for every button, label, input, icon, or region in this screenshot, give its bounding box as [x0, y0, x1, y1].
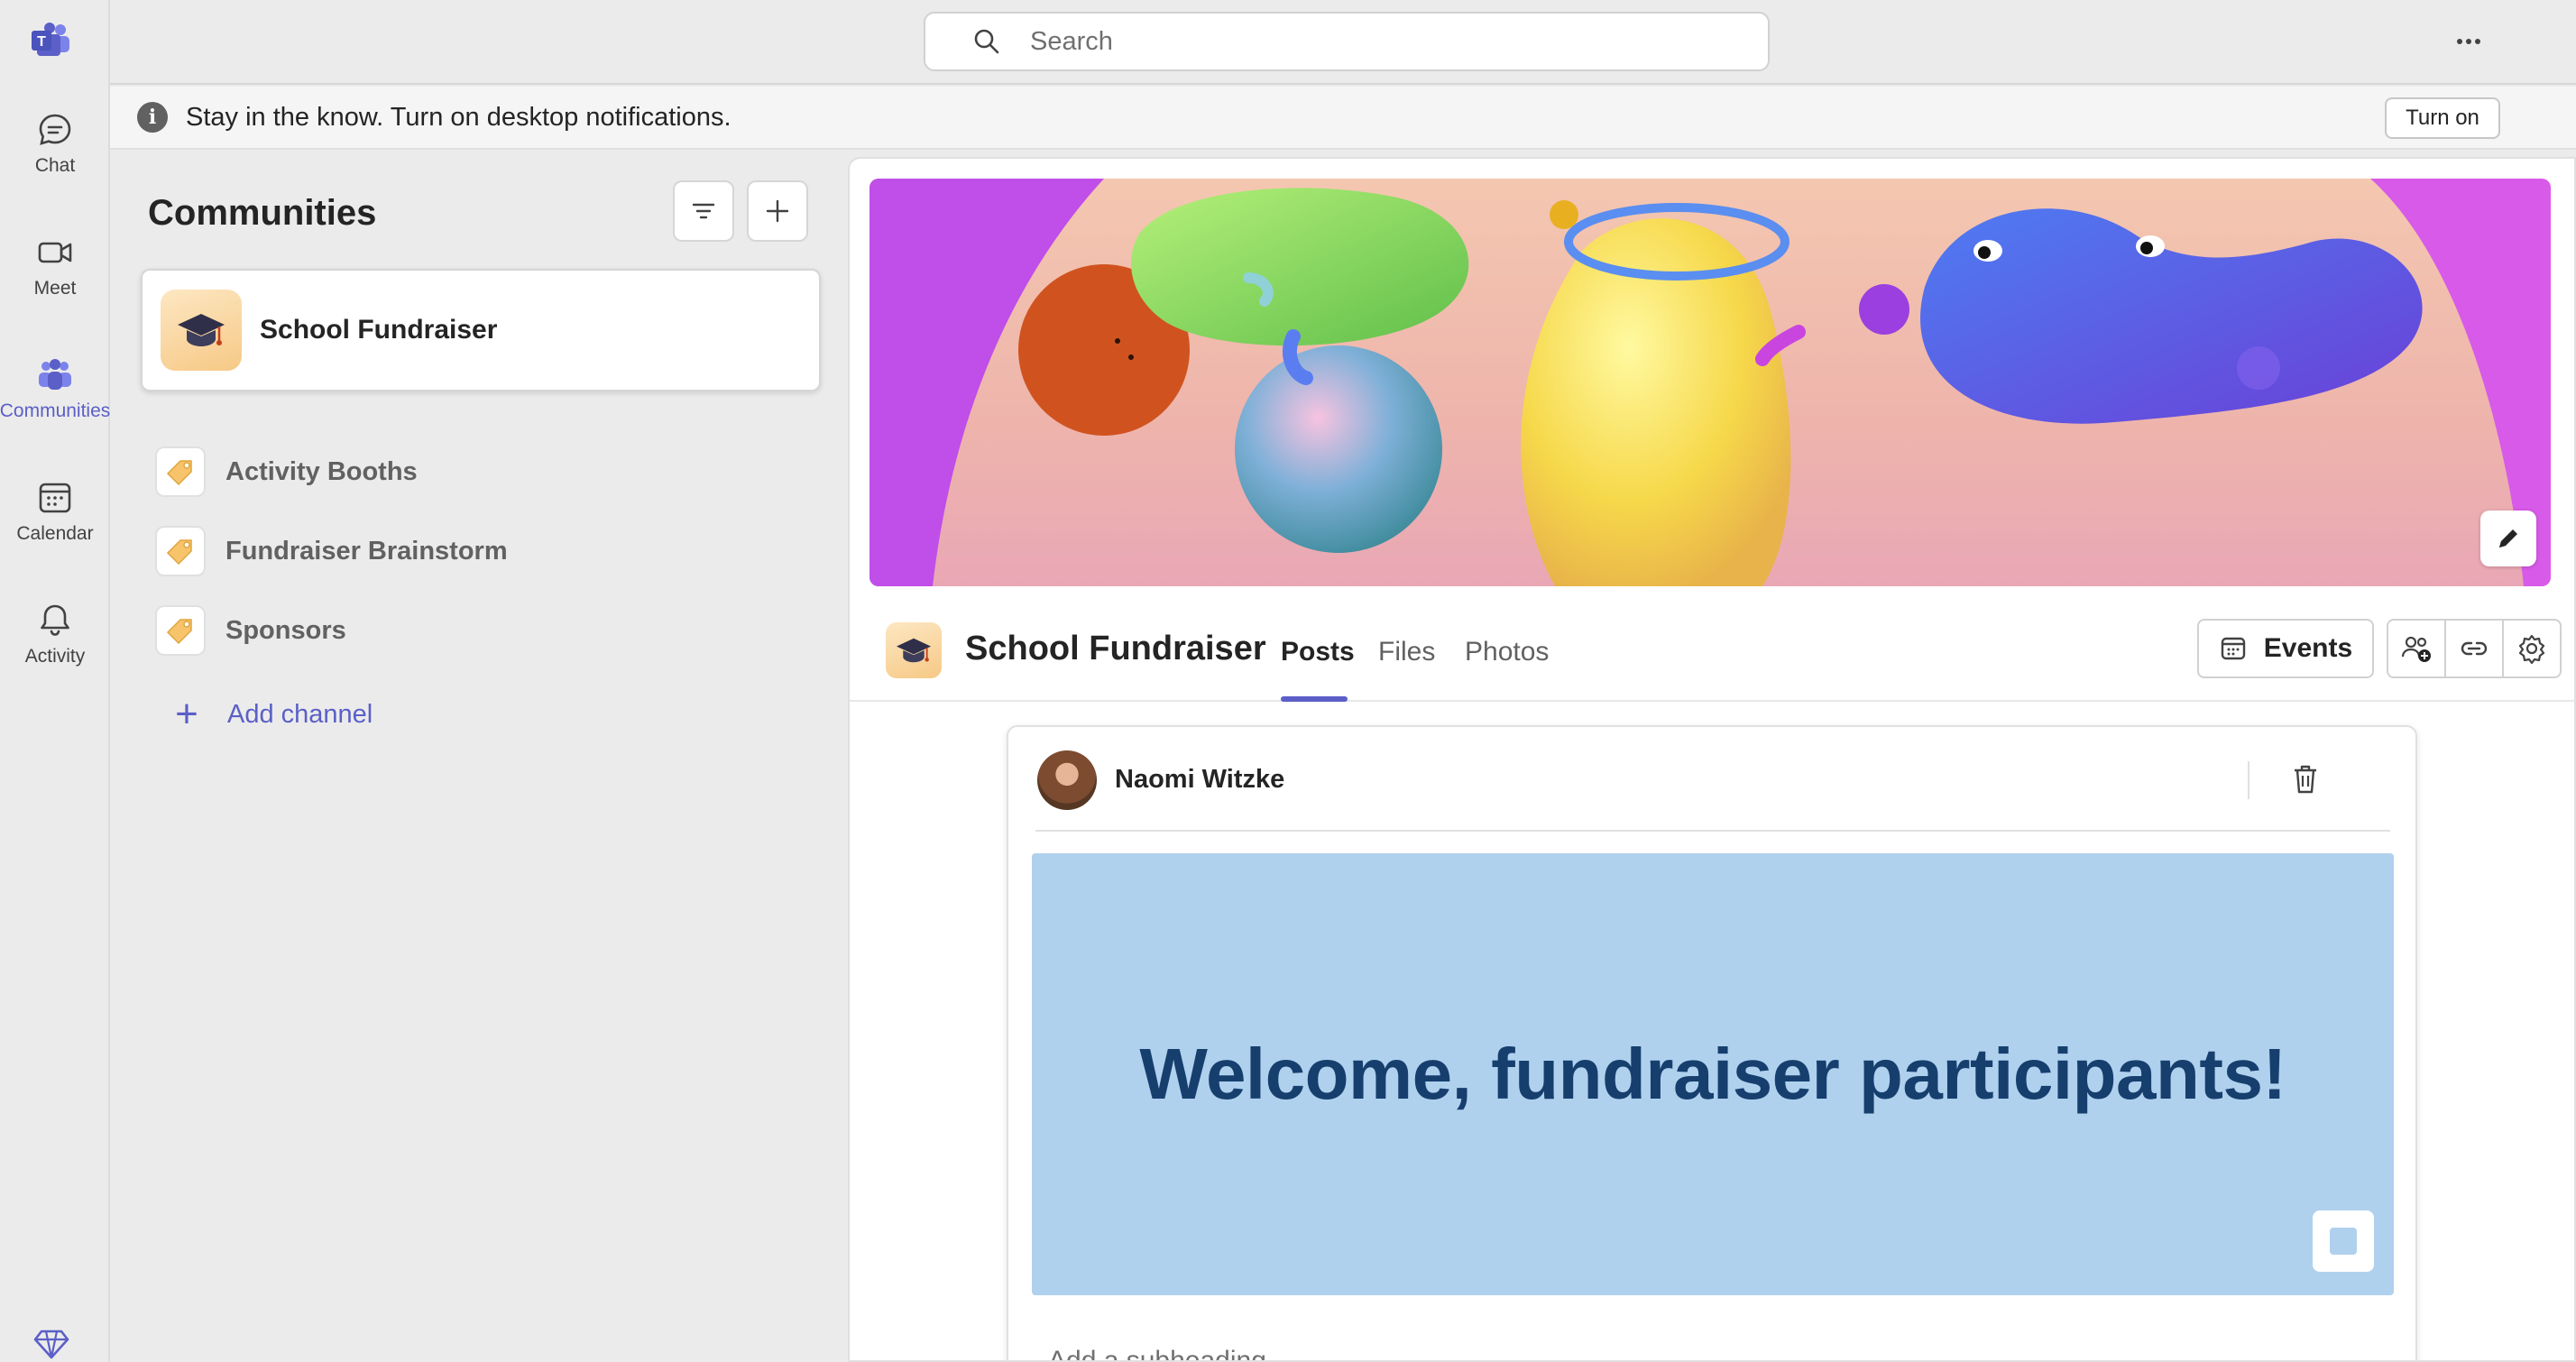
banner-message: Stay in the know. Turn on desktop notifi…: [186, 102, 731, 132]
color-swatch-icon: [2330, 1228, 2357, 1255]
info-icon: i: [137, 102, 168, 133]
communities-icon: [39, 359, 71, 390]
tab-files[interactable]: Files: [1378, 637, 1435, 667]
top-bar: Search ✓: [110, 0, 2576, 85]
tag-icon: [155, 526, 206, 576]
divider: [2248, 761, 2249, 799]
graduation-cap-icon: [886, 622, 942, 678]
video-icon: [38, 242, 72, 263]
banner-artwork: [869, 179, 2551, 586]
divider: [1035, 830, 2390, 832]
edit-banner-button[interactable]: [2480, 511, 2536, 566]
community-name: School Fundraiser: [260, 315, 498, 345]
search-input[interactable]: Search: [1030, 27, 1113, 57]
turn-on-button[interactable]: Turn on: [2385, 97, 2500, 139]
delete-post-button[interactable]: [2287, 761, 2323, 797]
community-card-school-fundraiser[interactable]: School Fundraiser: [141, 269, 821, 391]
channel-main: School Fundraiser Posts Files Photos Eve…: [848, 157, 2576, 1362]
search-icon: [974, 29, 999, 54]
rail-item-chat[interactable]: Chat: [0, 97, 110, 197]
tag-icon: [155, 446, 206, 497]
channel-fundraiser-brainstorm[interactable]: Fundraiser Brainstorm: [155, 520, 787, 583]
events-label: Events: [2263, 633, 2353, 663]
more-icon: [2457, 39, 2480, 44]
rail-label: Meet: [33, 278, 77, 299]
rail-label: Chat: [34, 155, 76, 176]
channel-activity-booths[interactable]: Activity Booths: [155, 440, 787, 503]
filter-icon: [692, 203, 715, 219]
channel-name: Sponsors: [225, 615, 346, 645]
channel-title: School Fundraiser: [965, 630, 1266, 667]
calendar-icon: [39, 483, 71, 513]
channel-header: School Fundraiser Posts Files Photos Eve…: [850, 601, 2574, 702]
post-headline[interactable]: Welcome, fundraiser participants!: [1139, 1033, 2286, 1116]
active-tab-indicator: [1281, 696, 1348, 702]
rail-label: Communities: [0, 400, 111, 421]
tag-icon: [155, 605, 206, 656]
post-author: Naomi Witzke: [1115, 765, 1285, 794]
plus-icon: [766, 199, 789, 223]
link-icon: [2461, 641, 2488, 656]
premium-diamond-icon[interactable]: [32, 1324, 70, 1362]
subheading-input[interactable]: Add a subheading: [1048, 1346, 1266, 1360]
rail-label: Calendar: [16, 523, 94, 544]
pencil-icon: [2499, 529, 2517, 548]
trash-icon: [2295, 765, 2316, 794]
post-card: Naomi Witzke Welcome, fundraiser partici…: [1007, 725, 2417, 1360]
more-options-button[interactable]: [2446, 23, 2491, 60]
panel-title: Communities: [148, 193, 377, 233]
add-channel-label: Add channel: [227, 699, 373, 729]
rail-item-communities[interactable]: Communities: [0, 343, 110, 442]
bell-icon: [41, 604, 69, 636]
gear-icon: [2518, 634, 2545, 665]
add-community-button[interactable]: [747, 180, 808, 242]
channel-sponsors[interactable]: Sponsors: [155, 599, 787, 662]
calendar-icon: [2221, 637, 2245, 660]
search-box[interactable]: Search: [924, 12, 1770, 71]
svg-text:T: T: [37, 34, 46, 50]
author-avatar[interactable]: [1037, 750, 1097, 810]
rail-item-activity[interactable]: Activity: [0, 588, 110, 687]
chat-icon: [39, 114, 71, 145]
people-add-icon: [2401, 636, 2431, 662]
teams-logo-icon[interactable]: T: [30, 22, 71, 58]
graduation-cap-icon: [161, 290, 242, 371]
banner-color-button[interactable]: [2313, 1210, 2374, 1272]
communities-panel: Communities School Fundraiser Activity B…: [110, 152, 848, 1362]
notification-banner: i Stay in the know. Turn on desktop noti…: [110, 87, 2576, 150]
rail-item-calendar[interactable]: Calendar: [0, 465, 110, 565]
tab-photos[interactable]: Photos: [1465, 637, 1549, 667]
post-banner[interactable]: Welcome, fundraiser participants!: [1032, 853, 2394, 1295]
channel-name: Fundraiser Brainstorm: [225, 536, 508, 566]
copy-link-button[interactable]: [2446, 621, 2504, 676]
channel-actions: [2387, 619, 2562, 678]
add-channel-button[interactable]: + Add channel: [164, 687, 373, 741]
community-banner-image: [869, 179, 2551, 586]
app-rail: T Chat Meet Communities Calendar Activit…: [0, 0, 110, 1362]
tab-posts[interactable]: Posts: [1281, 637, 1355, 667]
events-button[interactable]: Events: [2197, 619, 2374, 678]
plus-icon: +: [175, 692, 198, 736]
channel-name: Activity Booths: [225, 456, 418, 486]
filter-button[interactable]: [673, 180, 734, 242]
add-member-button[interactable]: [2388, 621, 2446, 676]
rail-item-meet[interactable]: Meet: [0, 220, 110, 319]
settings-button[interactable]: [2504, 621, 2560, 676]
rail-label: Activity: [24, 646, 86, 667]
